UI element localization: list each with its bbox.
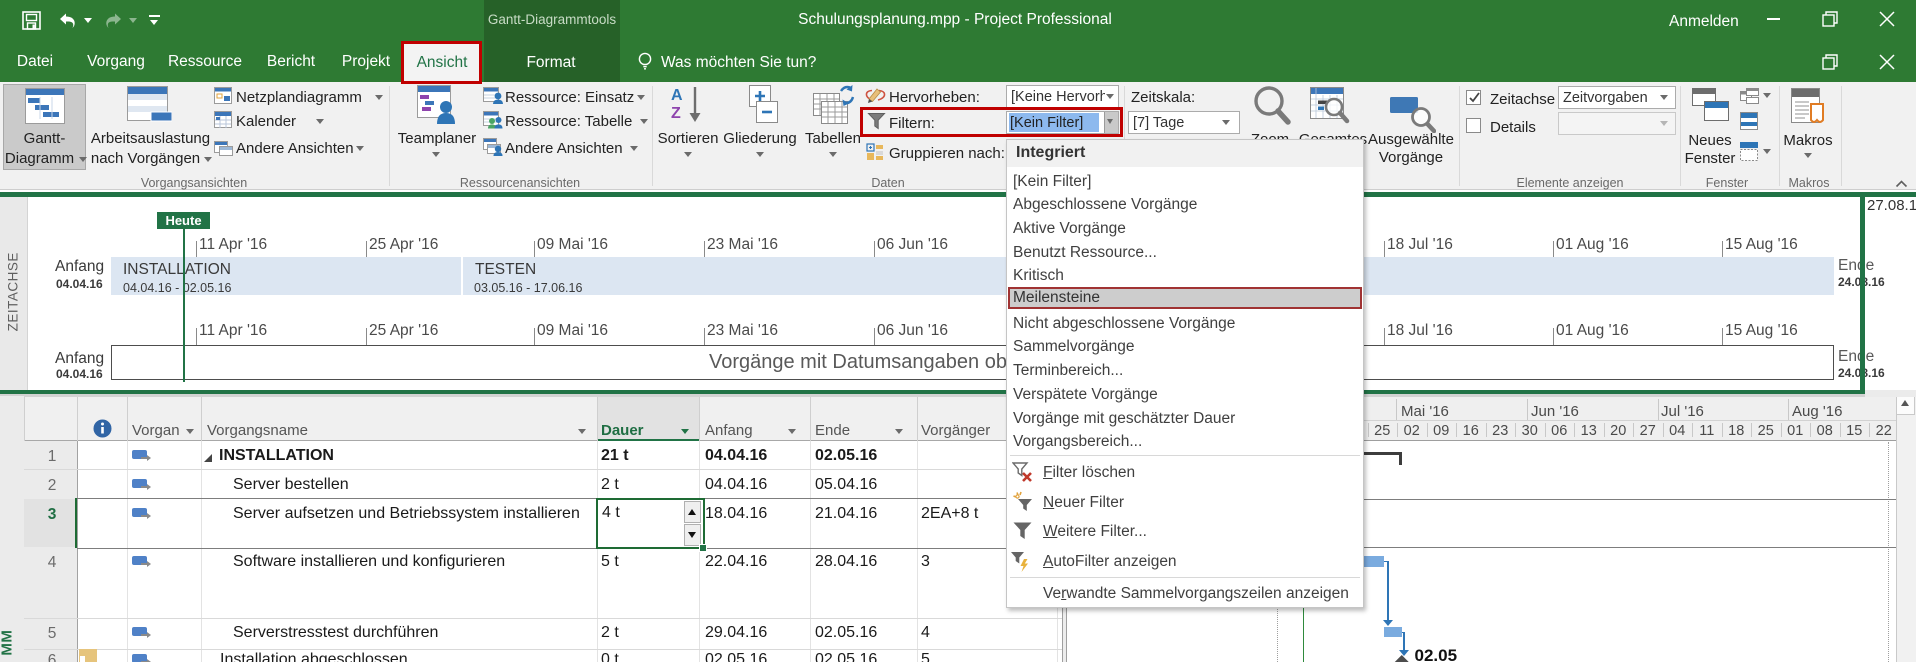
svg-text:A: A: [671, 87, 683, 104]
svg-text:Z: Z: [671, 105, 681, 122]
